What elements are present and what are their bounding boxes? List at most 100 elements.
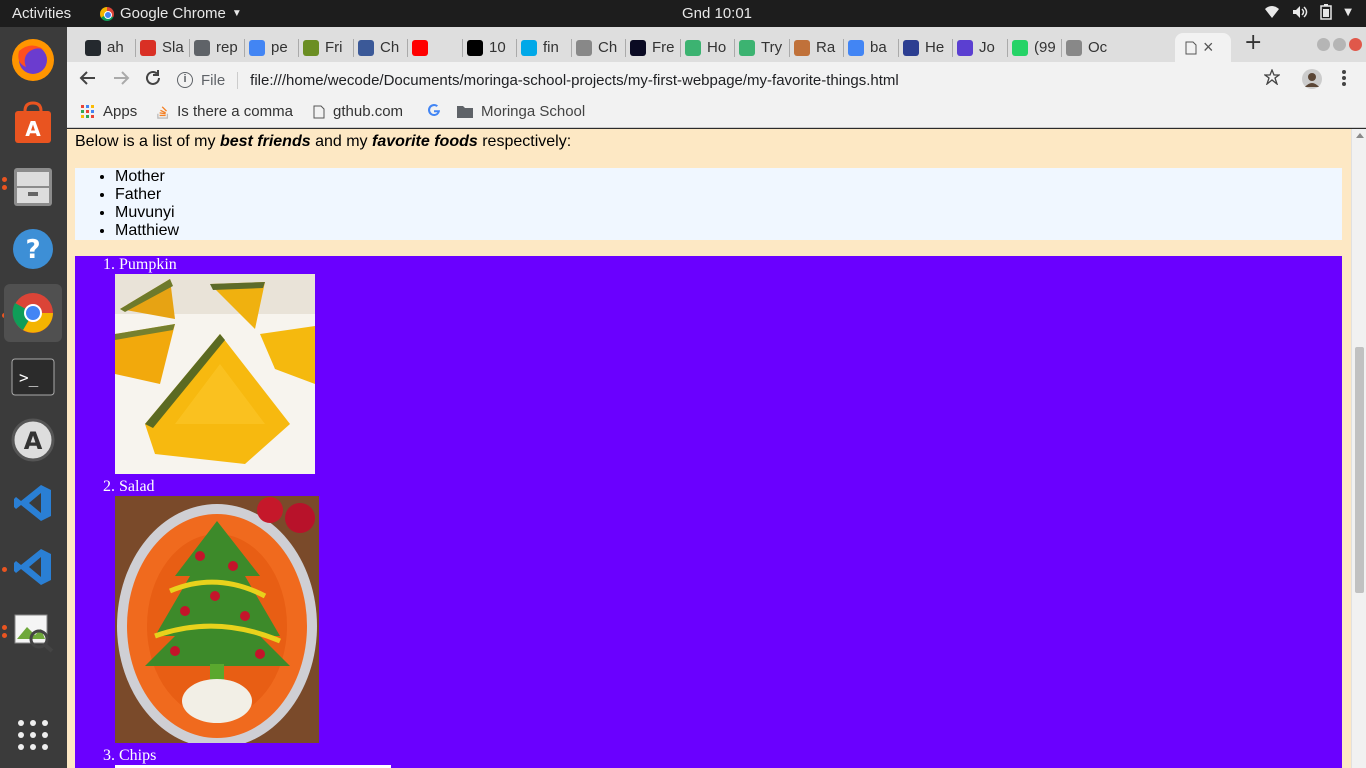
tab[interactable]: Ho xyxy=(685,33,732,62)
page-viewport: Below is a list of my best friends and m… xyxy=(67,129,1351,768)
info-icon[interactable]: i xyxy=(177,72,193,88)
tab[interactable]: Fre xyxy=(630,33,677,62)
chrome-launcher[interactable] xyxy=(4,284,62,342)
tab[interactable] xyxy=(412,33,459,62)
google-icon xyxy=(848,39,864,56)
bookmark-label: gthub.com xyxy=(333,103,404,120)
favorite-foods-emphasis: favorite foods xyxy=(371,133,478,150)
minimize-button[interactable] xyxy=(1317,38,1330,51)
tab[interactable]: fin xyxy=(521,33,568,62)
bookmark-label: Apps xyxy=(103,103,138,120)
vscode-launcher[interactable] xyxy=(4,474,62,532)
help-launcher[interactable]: ? xyxy=(4,220,62,278)
terminal-launcher[interactable]: >_ xyxy=(4,348,62,406)
reload-button[interactable] xyxy=(142,69,164,91)
firefox-launcher[interactable] xyxy=(4,31,62,89)
bookmark-github[interactable]: gthub.com xyxy=(313,103,403,120)
vscode-launcher-2[interactable] xyxy=(4,538,62,596)
tab[interactable]: Fri xyxy=(303,33,350,62)
image-viewer-icon xyxy=(14,614,54,653)
tab[interactable]: Ch xyxy=(358,33,405,62)
files-launcher[interactable] xyxy=(4,157,62,215)
gnome-top-bar: Activities Google Chrome ▼ Gnd 10:01 ▼ xyxy=(0,0,1366,27)
repl-icon xyxy=(194,39,210,56)
best-friends-emphasis: best friends xyxy=(219,133,311,150)
address-scheme: File xyxy=(201,71,239,89)
show-applications-button[interactable] xyxy=(4,706,62,764)
tab-label: Ch xyxy=(598,39,618,56)
address-bar[interactable]: i File file:///home/wecode/Documents/mor… xyxy=(177,66,1297,94)
box-icon xyxy=(794,39,810,56)
tab[interactable]: He xyxy=(903,33,950,62)
pumpkin-image xyxy=(115,274,315,474)
list-item: 3. Chips xyxy=(95,747,1342,765)
vscode-icon xyxy=(14,549,51,585)
tab[interactable]: Jo xyxy=(957,33,1004,62)
address-url[interactable]: file:///home/wecode/Documents/moringa-sc… xyxy=(250,72,899,89)
whatsapp-icon xyxy=(1012,39,1028,56)
tab-label: He xyxy=(925,39,945,56)
bookmark-star-button[interactable] xyxy=(1261,68,1283,91)
tab[interactable]: ah xyxy=(85,33,132,62)
bookmark-stackoverflow[interactable]: Is there a comma xyxy=(157,103,293,120)
tab-label: pe xyxy=(271,39,288,56)
bookmark-moringa-folder[interactable]: Moringa School xyxy=(457,103,585,120)
tab[interactable]: pe xyxy=(249,33,296,62)
food-name: Chips xyxy=(119,747,157,764)
tab[interactable]: Try xyxy=(739,33,786,62)
stack-icon xyxy=(157,105,169,119)
intro-text: Below is a list of my best friends and m… xyxy=(75,133,571,151)
software-center-launcher[interactable]: A xyxy=(4,94,62,152)
back-button[interactable] xyxy=(77,69,99,91)
tab[interactable]: (99 xyxy=(1012,33,1059,62)
page-icon xyxy=(576,39,592,56)
tab-strip: ah Sla rep pe Fri Ch 10 fin Ch Fre Ho Try Ra ba He Jo (9… xyxy=(67,27,1366,62)
dock: A ? >_ A xyxy=(0,27,67,768)
tab-label: Sla xyxy=(162,39,184,56)
bookmark-apps[interactable]: Apps xyxy=(81,103,137,120)
svg-text:>_: >_ xyxy=(19,368,39,387)
vertical-scrollbar[interactable] xyxy=(1351,129,1366,768)
close-window-button[interactable] xyxy=(1349,38,1362,51)
tab-separator xyxy=(298,39,299,57)
tab[interactable]: ba xyxy=(848,33,895,62)
gmail-icon xyxy=(140,39,156,56)
scrollbar-thumb[interactable] xyxy=(1355,347,1364,593)
tab-active[interactable]: × xyxy=(1175,33,1231,62)
bookmark-google[interactable] xyxy=(427,103,449,117)
h-icon xyxy=(903,39,919,56)
tab-separator xyxy=(407,39,408,57)
clock[interactable]: Gnd 10:01 xyxy=(0,5,1366,22)
maximize-button[interactable] xyxy=(1333,38,1346,51)
tab-label: Ch xyxy=(380,39,400,56)
tab[interactable]: 10 xyxy=(467,33,514,62)
forward-button[interactable] xyxy=(110,69,132,91)
scroll-up-arrow-icon[interactable] xyxy=(1356,133,1364,138)
bookmark-label: Is there a comma xyxy=(177,103,293,120)
kebab-menu-icon xyxy=(1342,70,1346,86)
volume-icon xyxy=(1293,6,1308,18)
software-updater-launcher[interactable]: A xyxy=(4,411,62,469)
tab[interactable]: Ch xyxy=(576,33,623,62)
tab-separator xyxy=(516,39,517,57)
tab-label: (99 xyxy=(1034,39,1056,56)
tab[interactable]: Sla xyxy=(140,33,187,62)
tab[interactable]: Ra xyxy=(794,33,841,62)
profile-avatar[interactable] xyxy=(1301,69,1323,91)
svg-text:?: ? xyxy=(25,235,40,265)
image-viewer-launcher[interactable] xyxy=(4,602,62,660)
tab-separator xyxy=(462,39,463,57)
tab-close-icon[interactable]: × xyxy=(1203,37,1214,58)
tab[interactable]: rep xyxy=(194,33,241,62)
new-tab-button[interactable]: + xyxy=(1244,30,1262,55)
list-number: 1. xyxy=(103,256,115,273)
page-icon xyxy=(1066,39,1082,56)
menu-button[interactable] xyxy=(1333,69,1355,91)
list-item: Father xyxy=(115,186,1342,204)
m-icon xyxy=(521,39,537,56)
system-tray[interactable]: ▼ xyxy=(1264,4,1352,20)
bookmarks-bar: Apps Is there a comma gthub.com Moringa … xyxy=(67,98,1366,128)
circle-icon xyxy=(957,39,973,56)
tab[interactable]: Oc xyxy=(1066,33,1113,62)
tab-label: ah xyxy=(107,39,124,56)
